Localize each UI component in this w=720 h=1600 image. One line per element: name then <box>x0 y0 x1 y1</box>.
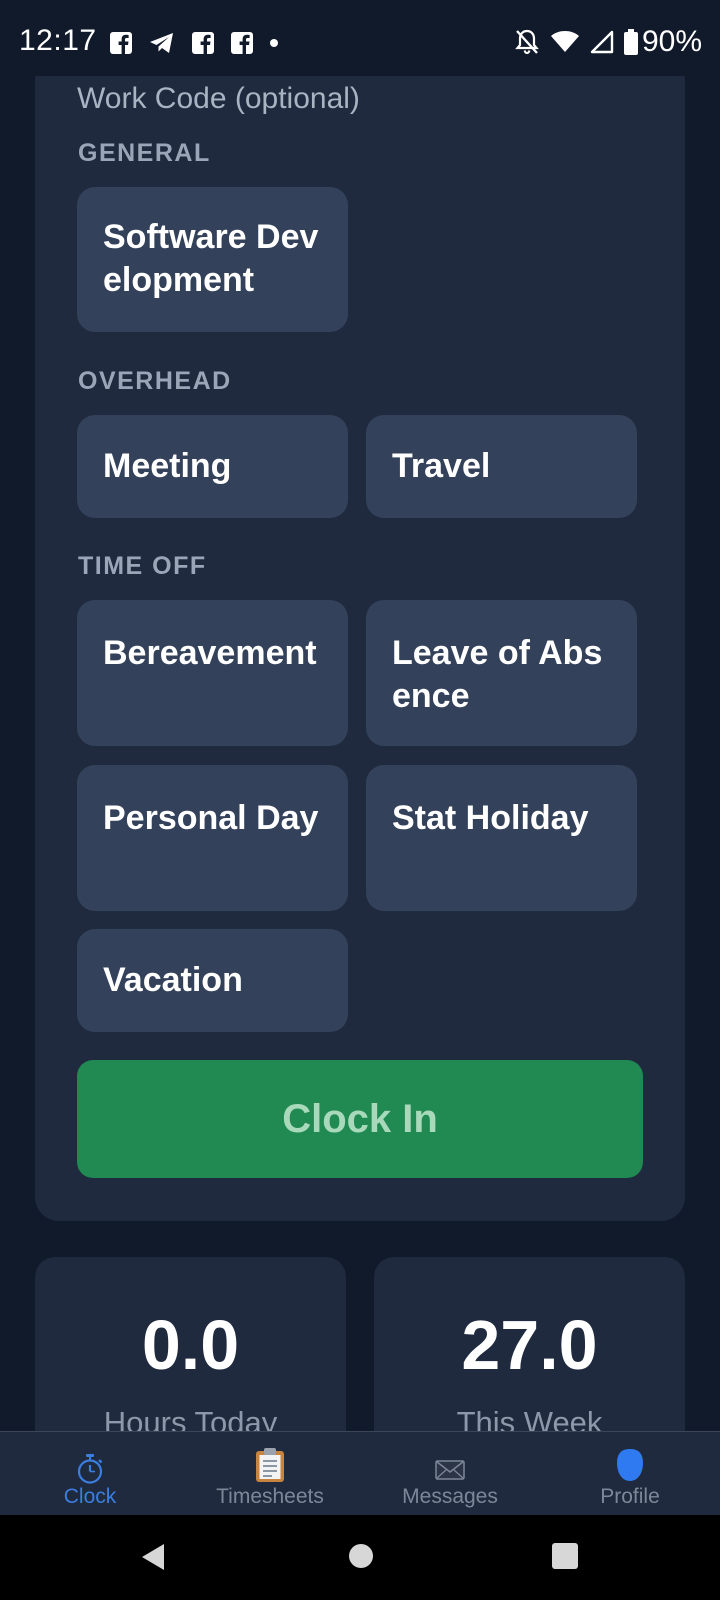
this-week-value: 27.0 <box>461 1306 598 1384</box>
code-button-personal-day[interactable]: Personal Day <box>77 765 348 911</box>
nav-item-messages[interactable]: Messages <box>360 1432 540 1516</box>
back-icon[interactable] <box>140 1543 166 1571</box>
clock-in-label: Clock In <box>282 1096 438 1141</box>
facebook-icon <box>192 32 214 54</box>
clock-in-button[interactable]: Clock In <box>77 1060 643 1178</box>
hours-today-card: 0.0 Hours Today <box>35 1257 346 1457</box>
code-button-software-development[interactable]: Software Development <box>77 187 348 332</box>
status-bar: 12:17 90% <box>0 0 720 76</box>
system-status-icons: 90% <box>514 24 702 60</box>
section-title-general: GENERAL <box>78 139 211 167</box>
code-button-label: Meeting <box>103 447 232 485</box>
dot-icon <box>270 39 278 47</box>
code-button-label: Travel <box>392 447 491 485</box>
envelope-icon <box>435 1460 465 1480</box>
nav-item-profile[interactable]: Profile <box>540 1432 720 1516</box>
code-button-bereavement[interactable]: Bereavement <box>77 600 348 746</box>
code-button-stat-holiday[interactable]: Stat Holiday <box>366 765 637 911</box>
cell-signal-icon <box>590 30 614 54</box>
nav-item-clock[interactable]: Clock <box>0 1432 180 1516</box>
nav-item-timesheets[interactable]: Timesheets <box>180 1432 360 1516</box>
code-button-vacation[interactable]: Vacation <box>77 929 348 1032</box>
code-button-travel[interactable]: Travel <box>366 415 637 518</box>
bottom-nav: Clock Timesheets Messages Profile <box>0 1431 720 1516</box>
code-button-label: Leave of Absence <box>392 634 603 715</box>
clipboard-icon <box>256 1448 284 1482</box>
battery-percent: 90% <box>641 25 702 58</box>
nav-label-profile: Profile <box>600 1485 660 1508</box>
profile-icon <box>617 1449 643 1481</box>
code-button-label: Vacation <box>103 961 243 999</box>
code-button-label: Software Development <box>103 218 319 299</box>
recents-icon[interactable] <box>552 1543 578 1569</box>
wifi-icon <box>550 31 579 52</box>
stopwatch-icon <box>77 1454 103 1484</box>
system-nav-bar <box>0 1515 720 1600</box>
app-screen: Work Code (optional) GENERAL Software De… <box>0 0 720 1600</box>
code-button-label: Personal Day <box>103 799 319 837</box>
home-icon[interactable] <box>348 1543 374 1569</box>
status-time: 12:17 <box>19 24 97 57</box>
nav-label-timesheets: Timesheets <box>216 1485 324 1508</box>
nav-label-messages: Messages <box>402 1485 498 1508</box>
code-button-meeting[interactable]: Meeting <box>77 415 348 518</box>
section-title-time-off: TIME OFF <box>78 552 207 580</box>
facebook-icon <box>231 32 253 54</box>
bell-off-icon <box>515 29 539 55</box>
code-button-label: Bereavement <box>103 634 317 672</box>
battery-icon <box>623 29 638 55</box>
code-button-leave-of-absence[interactable]: Leave of Absence <box>366 600 637 746</box>
nav-label-clock: Clock <box>63 1485 117 1508</box>
hours-today-value: 0.0 <box>141 1306 240 1384</box>
notification-icons <box>110 31 278 55</box>
facebook-icon <box>110 32 132 54</box>
section-title-overhead: OVERHEAD <box>78 367 232 395</box>
code-button-label: Stat Holiday <box>392 799 589 837</box>
telegram-icon <box>150 33 173 53</box>
work-code-label: Work Code (optional) <box>77 82 360 115</box>
this-week-card: 27.0 This Week <box>374 1257 685 1457</box>
